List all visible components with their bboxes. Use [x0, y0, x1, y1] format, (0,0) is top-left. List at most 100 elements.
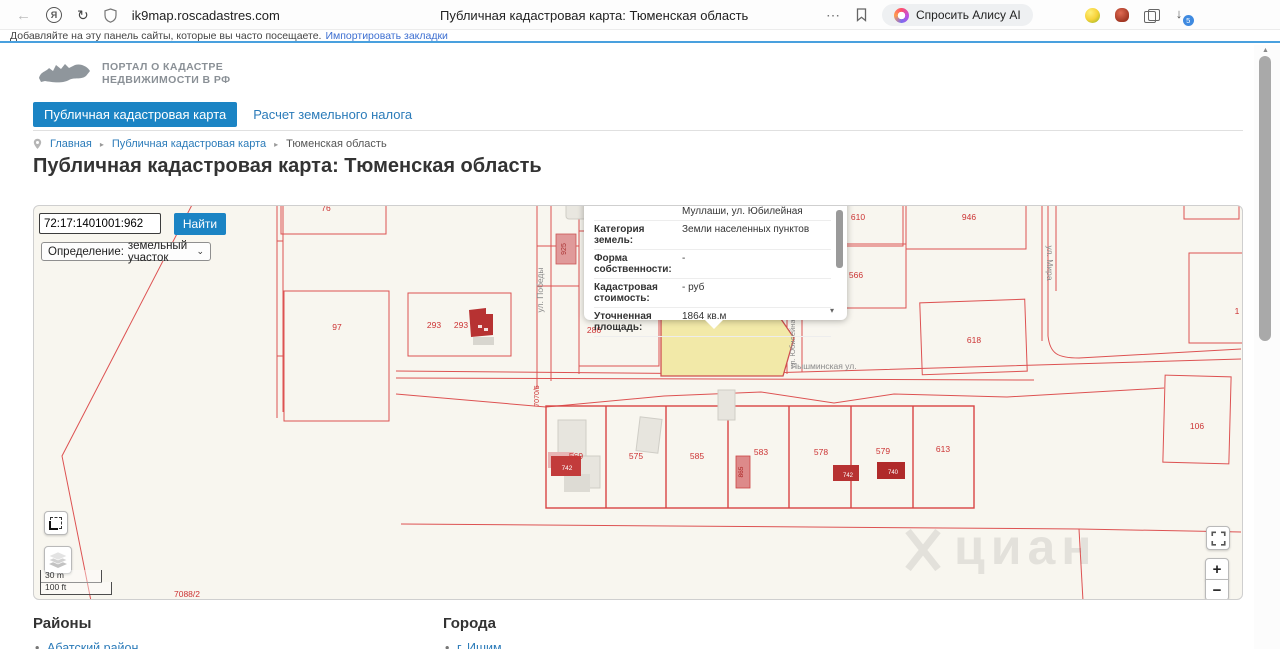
downloads-button[interactable]: ↓ 5	[1174, 6, 1190, 24]
alice-icon	[894, 8, 909, 23]
popup-row-value: - руб	[674, 282, 831, 304]
back-icon[interactable]: ←	[16, 7, 31, 24]
nav-link-land-tax[interactable]: Расчет земельного налога	[253, 107, 412, 122]
scrollbar-thumb[interactable]	[1259, 56, 1271, 341]
district-link[interactable]: Абатский район	[33, 641, 443, 649]
fullscreen-icon	[1211, 531, 1226, 546]
svg-text:925: 925	[561, 243, 568, 255]
svg-text:613: 613	[936, 444, 950, 454]
popup-row-cadastral-value: Кадастровая стоимость: - руб	[594, 279, 831, 308]
svg-text:7070/5: 7070/5	[534, 385, 541, 407]
logo-line-2: НЕДВИЖИМОСТИ В РФ	[102, 74, 230, 87]
parcel-info-popup: Адрес: область, Тюменский район, с. Мулл…	[584, 205, 847, 320]
svg-text:610: 610	[851, 212, 865, 222]
popup-row-address: Адрес: область, Тюменский район, с. Мулл…	[594, 205, 831, 221]
popup-row-label: Уточненная площадь:	[594, 311, 674, 333]
tabs-panel-icon[interactable]	[1144, 9, 1159, 22]
popup-row-value: 1864 кв.м	[674, 311, 831, 333]
svg-text:618: 618	[967, 335, 981, 345]
svg-text:585: 585	[690, 451, 704, 461]
search-button[interactable]: Найти	[174, 213, 226, 235]
breadcrumb-separator: ▸	[100, 140, 104, 149]
cadastral-map[interactable]: 76 97 293 293 286 610 946 566 618 1 106 …	[33, 205, 1243, 600]
popup-row-category: Категория земель: Земли населенных пункт…	[594, 221, 831, 250]
site-logo-text: ПОРТАЛ О КАДАСТРЕ НЕДВИЖИМОСТИ В РФ	[102, 61, 230, 87]
bookmark-icon[interactable]	[856, 8, 867, 22]
cities-title: Города	[443, 615, 502, 632]
city-link[interactable]: г. Ишим	[443, 641, 502, 649]
breadcrumb-section[interactable]: Публичная кадастровая карта	[112, 138, 266, 150]
svg-text:ул. Мира: ул. Мира	[1045, 245, 1055, 280]
svg-text:575: 575	[629, 451, 643, 461]
breadcrumb-home[interactable]: Главная	[50, 138, 92, 150]
popup-scroll-down-icon[interactable]: ▾	[830, 306, 834, 315]
yandex-icon[interactable]: Я	[46, 7, 62, 23]
svg-text:7088/2: 7088/2	[174, 589, 200, 599]
import-bookmarks-link[interactable]: Импортировать закладки	[325, 30, 447, 42]
downloads-badge: 5	[1183, 15, 1194, 26]
svg-text:293: 293	[427, 320, 441, 330]
popup-scrollbar[interactable]	[836, 210, 843, 268]
svg-text:578: 578	[814, 447, 828, 457]
browser-toolbar: ← Я ↻ ik9map.roscadastres.com Публичная …	[0, 0, 1280, 30]
site-header: ПОРТАЛ О КАДАСТРЕ НЕДВИЖИМОСТИ В РФ	[36, 59, 230, 89]
filter-label: Определение:	[48, 246, 124, 258]
svg-text:76: 76	[321, 206, 331, 213]
cadastral-number-input[interactable]	[39, 213, 161, 234]
extension-icon[interactable]	[1085, 8, 1100, 23]
chevron-down-icon: ⌄	[196, 246, 204, 257]
overflow-menu-icon[interactable]: ⋯	[826, 7, 841, 24]
ask-alice-button[interactable]: Спросить Алису AI	[882, 4, 1033, 26]
select-area-icon	[50, 517, 62, 529]
svg-text:583: 583	[754, 447, 768, 457]
scrollbar-up-icon[interactable]: ▲	[1262, 47, 1269, 54]
filter-value: земельный участок	[128, 240, 193, 264]
page-title: Публичная кадастровая карта: Тюменская о…	[33, 155, 542, 178]
breadcrumb-current: Тюменская область	[286, 138, 387, 150]
map-line	[62, 206, 194, 600]
logo-line-1: ПОРТАЛ О КАДАСТРЕ	[102, 61, 230, 74]
svg-text:742: 742	[562, 465, 573, 472]
extension-icon[interactable]	[1115, 8, 1129, 22]
svg-text:1: 1	[1235, 306, 1240, 316]
popup-row-ownership: Форма собственности: -	[594, 250, 831, 279]
tab-title: Публичная кадастровая карта: Тюменская о…	[440, 0, 748, 30]
svg-text:ул. Победы: ул. Победы	[535, 268, 545, 313]
districts-title: Районы	[33, 615, 443, 632]
popup-row-value: Земли населенных пунктов	[674, 224, 831, 246]
svg-text:946: 946	[962, 212, 976, 222]
site-security-icon[interactable]	[104, 8, 117, 23]
popup-row-label: Форма собственности:	[594, 253, 674, 275]
address-url[interactable]: ik9map.roscadastres.com	[132, 8, 280, 23]
select-area-button[interactable]	[44, 511, 68, 535]
bookmarks-hint: Добавляйте на эту панель сайты, которые …	[10, 30, 321, 42]
nav-divider	[33, 130, 1243, 131]
svg-text:865: 865	[738, 466, 745, 477]
download-arrow-icon: ↓	[1176, 6, 1183, 21]
svg-text:579: 579	[876, 446, 890, 456]
fullscreen-button[interactable]	[1206, 526, 1230, 550]
svg-text:Пышминская ул.: Пышминская ул.	[791, 361, 857, 371]
svg-text:566: 566	[849, 270, 863, 280]
zoom-in-button[interactable]: +	[1205, 558, 1229, 580]
refresh-icon[interactable]: ↻	[77, 7, 89, 24]
svg-text:293: 293	[454, 320, 468, 330]
zoom-out-button[interactable]: −	[1205, 579, 1229, 600]
map-search: Найти	[39, 213, 226, 235]
map-pin-icon	[33, 138, 42, 150]
object-type-select[interactable]: Определение: земельный участок ⌄	[41, 242, 211, 261]
popup-row-label: Кадастровая стоимость:	[594, 282, 674, 304]
breadcrumb: Главная ▸ Публичная кадастровая карта ▸ …	[33, 138, 387, 150]
nav-tab-public-map[interactable]: Публичная кадастровая карта	[33, 102, 237, 127]
layers-icon	[47, 550, 69, 570]
alice-label: Спросить Алису AI	[916, 8, 1021, 22]
svg-text:106: 106	[1190, 421, 1204, 431]
popup-row-label: Адрес:	[594, 205, 674, 217]
scale-imperial: 100 ft	[40, 582, 112, 595]
page-scrollbar[interactable]: ▲	[1254, 45, 1280, 649]
popup-row-value: -	[674, 253, 831, 275]
svg-text:740: 740	[888, 470, 899, 476]
footer-links: Районы Абатский район Города г. Ишим	[33, 615, 502, 649]
popup-row-value: область, Тюменский район, с. Муллаши, ул…	[674, 205, 831, 217]
map-scale: 30 m 100 ft	[40, 570, 112, 595]
